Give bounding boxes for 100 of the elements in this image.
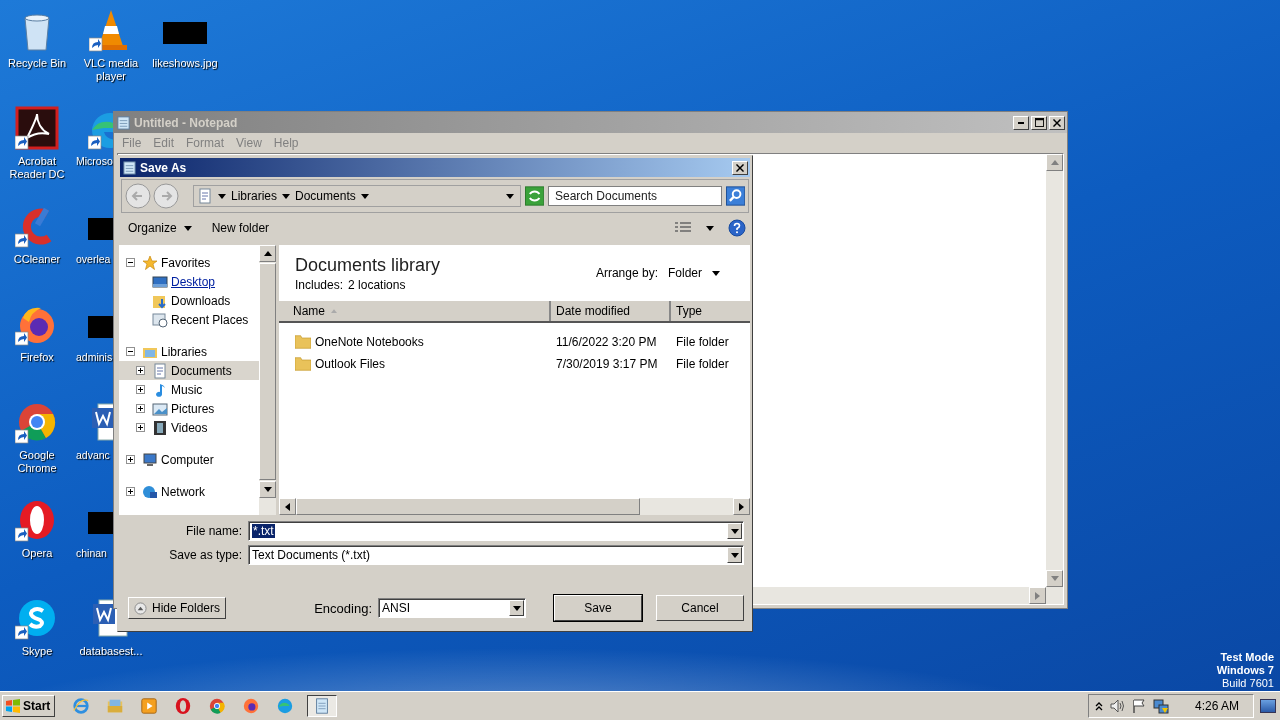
file-name-field[interactable]: *.txt — [248, 521, 744, 541]
notepad-icon — [116, 115, 131, 130]
volume-icon[interactable] — [1108, 698, 1125, 714]
horizontal-scrollbar[interactable] — [279, 498, 750, 515]
collapse-icon[interactable] — [126, 258, 135, 267]
minimize-button[interactable] — [1013, 115, 1029, 130]
caret-icon[interactable] — [706, 225, 714, 231]
start-logo-icon — [5, 698, 21, 714]
locations-link[interactable]: 2 locations — [348, 277, 406, 292]
column-header[interactable]: Type — [671, 301, 750, 321]
save-button[interactable]: Save — [554, 595, 642, 621]
icon-label: chinan — [75, 547, 108, 560]
breadcrumb-item[interactable]: Libraries — [231, 189, 278, 203]
tree-item[interactable]: Computer — [161, 452, 214, 467]
file-type-dropdown[interactable]: Text Documents (*.txt) — [248, 545, 744, 565]
maximize-icon — [1034, 118, 1044, 127]
column-header[interactable]: Name — [279, 301, 551, 321]
scroll-right-button[interactable] — [733, 498, 750, 515]
maximize-button[interactable] — [1031, 115, 1047, 130]
file-name-label: File name: — [184, 524, 242, 538]
tree-item[interactable]: Favorites — [161, 255, 211, 270]
browser-icon[interactable] — [208, 697, 227, 715]
expand-icon[interactable] — [126, 455, 135, 464]
help-icon[interactable] — [728, 219, 746, 237]
cancel-button[interactable]: Cancel — [656, 595, 744, 621]
close-button[interactable] — [732, 160, 748, 175]
expand-icon[interactable] — [136, 385, 145, 394]
library-title: Documents library — [295, 254, 442, 276]
scroll-down-button[interactable] — [259, 481, 276, 498]
app-shortcut-icon[interactable] — [15, 106, 59, 150]
play-icon[interactable] — [140, 697, 159, 715]
scroll-up-button[interactable] — [259, 245, 276, 262]
dropdown-button[interactable] — [727, 547, 742, 563]
caret-icon[interactable] — [505, 193, 514, 199]
column-header[interactable]: Date modified — [551, 301, 671, 321]
start-button[interactable]: Start — [2, 695, 56, 717]
expand-icon[interactable] — [136, 404, 145, 413]
scroll-left-button[interactable] — [279, 498, 296, 515]
flag-icon[interactable] — [1130, 698, 1147, 714]
breadcrumb-item[interactable]: Documents — [295, 189, 356, 203]
caret-icon[interactable] — [282, 193, 291, 199]
tree-item[interactable]: Libraries — [161, 344, 208, 359]
icon-label: Acrobat Reader DC — [8, 155, 66, 181]
caret-icon — [712, 270, 720, 276]
chevron-up-icon[interactable] — [1094, 701, 1103, 711]
show-desktop-button[interactable] — [1260, 699, 1276, 713]
includes-label: Includes: — [295, 277, 344, 292]
tree-item[interactable]: Desktop — [171, 274, 216, 289]
test-mode-text: Test Mode — [1220, 651, 1274, 664]
search-icon[interactable] — [725, 186, 745, 206]
caret-icon[interactable] — [360, 193, 369, 199]
expand-icon[interactable] — [136, 423, 145, 432]
dropdown-button[interactable] — [509, 600, 524, 616]
dropdown-button[interactable] — [727, 523, 742, 539]
vertical-scrollbar[interactable] — [259, 245, 276, 515]
computer-icon — [142, 451, 158, 468]
search-field[interactable]: Search Documents — [547, 186, 722, 206]
caret-icon[interactable] — [218, 193, 226, 199]
minimize-icon — [1018, 121, 1024, 124]
encoding-label: Encoding: — [314, 600, 372, 616]
close-icon — [736, 163, 744, 172]
encoding-dropdown[interactable]: ANSI — [378, 598, 526, 618]
browser-icon[interactable] — [174, 697, 193, 715]
tree-item[interactable]: Pictures — [171, 401, 215, 416]
expand-icon[interactable] — [126, 487, 135, 496]
icon-label: CCleaner — [12, 253, 62, 266]
tree-item[interactable]: Music — [171, 382, 203, 397]
network-icon[interactable] — [1152, 698, 1169, 714]
tree-item[interactable]: Downloads — [171, 293, 231, 308]
network-icon — [142, 483, 158, 500]
table-cell[interactable]: OneNote Notebooks — [279, 334, 551, 350]
hide-folders-button[interactable]: Hide Folders — [128, 597, 227, 619]
arrow-down-icon — [730, 552, 739, 558]
table-cell[interactable]: Outlook Files — [279, 356, 551, 372]
pictures-icon — [152, 400, 168, 417]
close-button[interactable] — [1049, 115, 1065, 130]
sort-arrow-icon — [331, 309, 337, 313]
new-folder-button[interactable]: New folder — [205, 219, 276, 237]
organize-button[interactable]: Organize — [122, 219, 198, 237]
icon-label: overlea — [75, 253, 112, 266]
collapse-icon[interactable] — [126, 347, 135, 356]
clock[interactable]: 4:26 AM — [1194, 699, 1239, 713]
tree-item[interactable]: Recent Places — [171, 312, 249, 327]
browser-icon[interactable] — [242, 697, 261, 715]
arrow-right-icon — [1035, 591, 1040, 600]
refresh-button[interactable] — [524, 186, 544, 206]
tree-item[interactable]: Network — [161, 484, 205, 499]
arrange-dropdown[interactable]: Folder — [668, 266, 734, 280]
window-title: Untitled - Notepad — [134, 115, 239, 130]
icon-label: advanc — [75, 449, 111, 462]
tree-item[interactable]: Videos — [171, 420, 208, 435]
document-icon — [152, 362, 168, 379]
expand-icon[interactable] — [136, 366, 145, 375]
scroll-thumb[interactable] — [259, 263, 276, 480]
icon-label: Skype — [20, 645, 54, 658]
view-options-icon[interactable] — [674, 221, 692, 235]
document-icon — [197, 188, 213, 204]
scroll-thumb[interactable] — [296, 498, 640, 515]
folder-icon — [295, 334, 311, 350]
address-bar[interactable]: Libraries Documents — [193, 185, 521, 207]
